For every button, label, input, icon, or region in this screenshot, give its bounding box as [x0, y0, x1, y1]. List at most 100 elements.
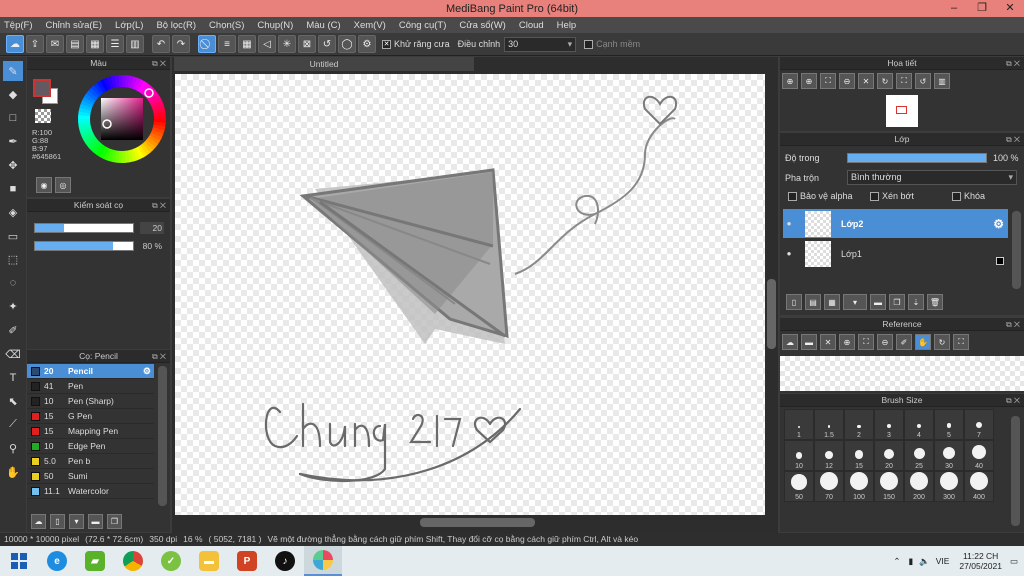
document-icon[interactable]: ▦: [86, 35, 104, 53]
close-button[interactable]: ✕: [996, 0, 1024, 17]
reset-rotate-icon[interactable]: ↺: [915, 73, 931, 89]
layer-folder-icon[interactable]: ▬: [870, 294, 886, 310]
fullscreen-icon[interactable]: ⛶: [896, 73, 912, 89]
magic-wand-tool-icon[interactable]: ✦: [3, 297, 23, 317]
fit-icon[interactable]: ⛶: [858, 334, 874, 350]
rotate-icon[interactable]: ↻: [877, 73, 893, 89]
menu-file[interactable]: Tệp(F): [4, 20, 33, 31]
snap-vanish-icon[interactable]: ◁: [258, 35, 276, 53]
layer-item[interactable]: ● Lớp2 ⚙: [783, 209, 1008, 238]
snap-radial-icon[interactable]: ✳: [278, 35, 296, 53]
brush-size-cell[interactable]: 400: [964, 471, 994, 502]
clipping-checkbox-icon[interactable]: [870, 191, 879, 201]
snap-circle-icon[interactable]: ◯: [338, 35, 356, 53]
eraser-tool-icon[interactable]: ◆: [3, 85, 23, 105]
brush-size-cell[interactable]: 15: [844, 440, 874, 471]
menu-color[interactable]: Màu (C): [306, 20, 340, 31]
list-icon[interactable]: ☰: [106, 35, 124, 53]
soft-edge-toggle[interactable]: Cạnh mềm: [584, 39, 640, 49]
color-wheel[interactable]: [77, 74, 167, 164]
network-icon[interactable]: ▮: [908, 556, 913, 567]
panel-popout-icon[interactable]: ⧉ ✕: [152, 57, 166, 70]
brush-size-cell[interactable]: 150: [874, 471, 904, 502]
chrome-icon[interactable]: [114, 546, 152, 576]
file-explorer-icon[interactable]: ▬: [190, 546, 228, 576]
gear-icon[interactable]: ⚙: [993, 217, 1004, 231]
divide-tool-icon[interactable]: ⟋: [3, 415, 23, 435]
maximize-button[interactable]: ❐: [968, 0, 996, 17]
clipping-toggle[interactable]: Xén bớt: [870, 191, 948, 201]
brush-size-cell[interactable]: 7: [964, 409, 994, 440]
panel-popout-icon[interactable]: ⧉ ✕: [152, 199, 166, 212]
layer-list-scrollbar[interactable]: [1012, 211, 1021, 289]
soft-edge-checkbox-icon[interactable]: [584, 39, 594, 49]
menu-edit[interactable]: Chỉnh sửa(E): [46, 20, 103, 31]
duplicate-layer-icon[interactable]: ❐: [889, 294, 905, 310]
brush-item[interactable]: 41 Pen: [27, 379, 154, 394]
snap-curve-icon[interactable]: ↺: [318, 35, 336, 53]
menu-filter[interactable]: Bộ lọc(R): [156, 20, 196, 31]
brush-item[interactable]: 10 Pen (Sharp): [27, 394, 154, 409]
powerpoint-icon[interactable]: P: [228, 546, 266, 576]
green-app-icon[interactable]: ✓: [152, 546, 190, 576]
brush-size-cell[interactable]: 30: [934, 440, 964, 471]
navigator-preview[interactable]: [886, 95, 918, 127]
gear-icon[interactable]: ⚙: [143, 366, 151, 377]
zoom-in-alt-icon[interactable]: ⊕: [801, 73, 817, 89]
brush-size-cell[interactable]: 200: [904, 471, 934, 502]
notification-icon[interactable]: ▭: [1010, 556, 1018, 567]
text-tool-icon[interactable]: T: [3, 368, 23, 388]
copy-brush-icon[interactable]: ❐: [107, 514, 122, 529]
panel-popout-icon[interactable]: ⧉ ✕: [1006, 57, 1020, 70]
gradient-tool-icon[interactable]: ▭: [3, 226, 23, 246]
brush-size-value[interactable]: 20: [140, 222, 164, 234]
reference-preview[interactable]: [780, 356, 1024, 391]
palette-add-icon[interactable]: ◎: [55, 177, 71, 193]
hand-tool-icon[interactable]: ✋: [3, 462, 23, 482]
clock[interactable]: 11:22 CH 27/05/2021: [959, 551, 1002, 571]
hand-icon[interactable]: ✋: [915, 334, 931, 350]
bucket-tool-icon[interactable]: ◈: [3, 203, 23, 223]
new-brush-icon[interactable]: ▯: [50, 514, 65, 529]
protect-alpha-toggle[interactable]: Bảo vệ alpha: [788, 191, 866, 201]
language-indicator[interactable]: VIE: [936, 556, 950, 566]
new-layer-icon[interactable]: ▯: [786, 294, 802, 310]
canvas-vertical-scrollbar[interactable]: [766, 74, 777, 515]
eyedropper-icon[interactable]: ✐: [896, 334, 912, 350]
navigator-viewport[interactable]: [896, 106, 907, 114]
panel-popout-icon[interactable]: ⧉ ✕: [152, 350, 166, 363]
brush-item[interactable]: 5.0 Pen b: [27, 454, 154, 469]
layer-item[interactable]: ● Lớp1: [783, 239, 1008, 268]
tiktok-icon[interactable]: ♪: [266, 546, 304, 576]
snap-settings-icon[interactable]: ⚙: [358, 35, 376, 53]
fill-rect-tool-icon[interactable]: ■: [3, 179, 23, 199]
brush-item[interactable]: 15 Mapping Pen: [27, 424, 154, 439]
brush-size-cell[interactable]: 100: [844, 471, 874, 502]
foreground-color-swatch[interactable]: [33, 79, 51, 97]
antialias-checkbox-icon[interactable]: ✕: [382, 39, 391, 49]
panel-popout-icon[interactable]: ⧉ ✕: [1006, 318, 1020, 331]
brush-size-cell[interactable]: 4: [904, 409, 934, 440]
rotate-icon[interactable]: ↻: [934, 334, 950, 350]
cloud-icon[interactable]: ☁: [6, 35, 24, 53]
folder-icon[interactable]: ▬: [88, 514, 103, 529]
blend-mode-select[interactable]: Bình thường: [847, 170, 1017, 185]
visibility-icon[interactable]: ●: [783, 219, 795, 228]
book-icon[interactable]: ▥: [126, 35, 144, 53]
brush-size-slider[interactable]: [34, 223, 134, 233]
zoom-out-icon[interactable]: ⊖: [839, 73, 855, 89]
medibang-taskbar-icon[interactable]: [304, 546, 342, 576]
delete-layer-icon[interactable]: 🗑: [927, 294, 943, 310]
menu-help[interactable]: Help: [557, 20, 577, 31]
panel-popout-icon[interactable]: ⧉ ✕: [1006, 394, 1020, 407]
comment-icon[interactable]: ✉: [46, 35, 64, 53]
brush-size-cell[interactable]: 1: [784, 409, 814, 440]
snap-cross-icon[interactable]: ⊠: [298, 35, 316, 53]
pen-tool-icon[interactable]: ✒: [3, 132, 23, 152]
volume-icon[interactable]: 🔈: [919, 556, 930, 567]
cloud-open-icon[interactable]: ☁: [782, 334, 798, 350]
protect-alpha-checkbox-icon[interactable]: [788, 191, 797, 201]
menu-capture[interactable]: Chụp(N): [257, 20, 293, 31]
brush-size-cell[interactable]: 300: [934, 471, 964, 502]
lock-toggle[interactable]: Khóa: [952, 191, 985, 201]
